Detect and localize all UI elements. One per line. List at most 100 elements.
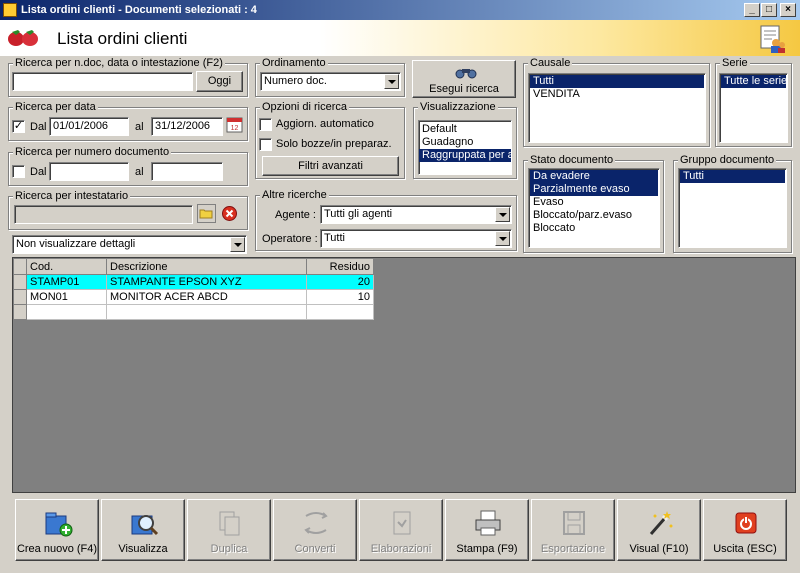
number-from-input[interactable] — [49, 162, 129, 181]
col-residuo-header[interactable]: Residuo — [306, 258, 374, 275]
drafts-only-checkbox[interactable] — [259, 138, 272, 151]
auto-update-checkbox[interactable] — [259, 118, 272, 131]
clear-icon[interactable] — [220, 204, 239, 223]
view-item-grouped[interactable]: Raggruppata per a — [419, 149, 511, 162]
doc-group-item-all[interactable]: Tutti — [680, 170, 785, 183]
causale-item-all[interactable]: Tutti — [530, 75, 704, 88]
cell-code[interactable]: MON01 — [26, 289, 107, 305]
exit-button[interactable]: Uscita (ESC) — [703, 499, 787, 561]
number-filter-checkbox[interactable] — [12, 165, 25, 178]
view-item-gain[interactable]: Guadagno — [419, 136, 511, 149]
strawberries-logo — [8, 30, 38, 46]
cell-code[interactable]: STAMP01 — [26, 274, 107, 290]
cell-desc[interactable]: MONITOR ACER ABCD — [106, 289, 307, 305]
view-button[interactable]: Visualizza — [101, 499, 185, 561]
export-button[interactable]: Esportazione — [531, 499, 615, 561]
doc-state-item-partial[interactable]: Parzialmente evaso — [530, 183, 658, 196]
results-table: Cod. Descrizione Residuo STAMP01 STAMPAN… — [13, 258, 374, 320]
doc-state-item-pending[interactable]: Da evadere — [530, 170, 658, 183]
number-to-label: al — [135, 166, 144, 178]
date-from-input[interactable]: 01/01/2006 — [49, 117, 129, 136]
doc-state-item-blocked-partial[interactable]: Bloccato/parz.evaso — [530, 209, 658, 222]
processing-button[interactable]: Elaborazioni — [359, 499, 443, 561]
page-title: Lista ordini clienti — [57, 29, 188, 48]
app-icon — [3, 3, 17, 17]
duplicate-button[interactable]: Duplica — [187, 499, 271, 561]
minimize-button[interactable]: _ — [744, 3, 760, 17]
holder-input[interactable] — [14, 205, 193, 224]
chevron-down-icon[interactable] — [384, 74, 399, 89]
ordering-label: Ordinamento — [260, 57, 328, 69]
convert-icon — [304, 512, 328, 534]
date-to-input[interactable]: 31/12/2006 — [151, 117, 223, 136]
chevron-down-icon[interactable] — [495, 207, 510, 222]
folder-open-icon[interactable] — [197, 204, 216, 223]
view-listbox[interactable]: Default Guadagno Raggruppata per a — [418, 120, 512, 175]
print-label: Stampa (F9) — [456, 543, 518, 555]
operator-label: Operatore : — [262, 233, 318, 245]
row-indicator[interactable] — [13, 289, 27, 305]
doc-state-listbox[interactable]: Da evadere Parzialmente evaso Evaso Bloc… — [528, 168, 660, 248]
calendar-icon[interactable]: 12 — [226, 116, 243, 133]
magnifier-icon — [131, 515, 159, 536]
operator-dropdown[interactable]: Tutti — [320, 229, 512, 248]
cell-residuo[interactable]: 20 — [306, 274, 374, 290]
exit-label: Uscita (ESC) — [713, 543, 777, 555]
search-date-label: Ricerca per data — [13, 101, 98, 113]
row-indicator[interactable] — [13, 274, 27, 290]
date-to-label: al — [135, 121, 144, 133]
documents-users-icon — [760, 25, 785, 53]
visual-button[interactable]: Visual (F10) — [617, 499, 701, 561]
cell-empty[interactable] — [26, 304, 107, 320]
row-indicator[interactable] — [13, 304, 27, 320]
printer-icon — [475, 510, 501, 536]
col-desc-header[interactable]: Descrizione — [106, 258, 307, 275]
col-code-header[interactable]: Cod. — [26, 258, 107, 275]
floppy-disk-icon — [563, 511, 585, 535]
table-row[interactable]: MON01 MONITOR ACER ABCD 10 — [13, 289, 374, 305]
convert-button[interactable]: Converti — [273, 499, 357, 561]
causale-item-sale[interactable]: VENDITA — [530, 88, 704, 101]
maximize-button[interactable]: □ — [761, 3, 777, 17]
cell-desc[interactable]: STAMPANTE EPSON XYZ — [106, 274, 307, 290]
cell-empty[interactable] — [306, 304, 374, 320]
serie-listbox[interactable]: Tutte le serie — [719, 73, 788, 143]
new-document-icon — [45, 512, 73, 537]
view-item-default[interactable]: Default — [419, 123, 511, 136]
processing-icon — [393, 511, 411, 535]
window-title: Lista ordini clienti - Documenti selezio… — [21, 4, 257, 16]
details-dropdown[interactable]: Non visualizzare dettagli — [12, 235, 247, 254]
search-ndoc-input[interactable] — [12, 72, 193, 91]
table-row-empty[interactable] — [13, 304, 374, 320]
run-search-button[interactable]: Esegui ricerca — [412, 60, 516, 98]
export-label: Esportazione — [540, 543, 606, 555]
advanced-filters-button[interactable]: Filtri avanzati — [262, 156, 399, 176]
date-filter-checkbox[interactable]: ✓ — [12, 120, 25, 133]
doc-group-listbox[interactable]: Tutti — [678, 168, 787, 248]
causale-listbox[interactable]: Tutti VENDITA — [528, 73, 706, 143]
table-row[interactable]: STAMP01 STAMPANTE EPSON XYZ 20 — [13, 274, 374, 290]
chevron-down-icon[interactable] — [230, 237, 245, 252]
binoculars-icon — [455, 69, 477, 79]
doc-state-item-done[interactable]: Evaso — [530, 196, 658, 209]
view-label: Visualizza — [118, 543, 168, 555]
row-indicator-header — [13, 258, 27, 275]
new-button[interactable]: Crea nuovo (F4) — [15, 499, 99, 561]
chevron-down-icon[interactable] — [495, 231, 510, 246]
cell-empty[interactable] — [106, 304, 307, 320]
bottom-toolbar: Crea nuovo (F4) Visualizza Duplica Conve… — [12, 497, 796, 563]
results-grid[interactable]: Cod. Descrizione Residuo STAMP01 STAMPAN… — [12, 257, 796, 493]
doc-state-item-blocked[interactable]: Bloccato — [530, 222, 658, 235]
close-button[interactable]: × — [780, 3, 796, 17]
agent-dropdown[interactable]: Tutti gli agenti — [320, 205, 512, 224]
ordering-dropdown[interactable]: Numero doc. — [260, 72, 401, 91]
search-options-label: Opzioni di ricerca — [260, 101, 349, 113]
number-to-input[interactable] — [151, 162, 223, 181]
run-search-label: Esegui ricerca — [429, 83, 499, 95]
today-button[interactable]: Oggi — [196, 71, 243, 92]
doc-state-label: Stato documento — [528, 154, 616, 166]
serie-item-all[interactable]: Tutte le serie — [721, 75, 787, 88]
search-ndoc-label: Ricerca per n.doc, data o intestazione (… — [13, 57, 225, 69]
cell-residuo[interactable]: 10 — [306, 289, 374, 305]
print-button[interactable]: Stampa (F9) — [445, 499, 529, 561]
